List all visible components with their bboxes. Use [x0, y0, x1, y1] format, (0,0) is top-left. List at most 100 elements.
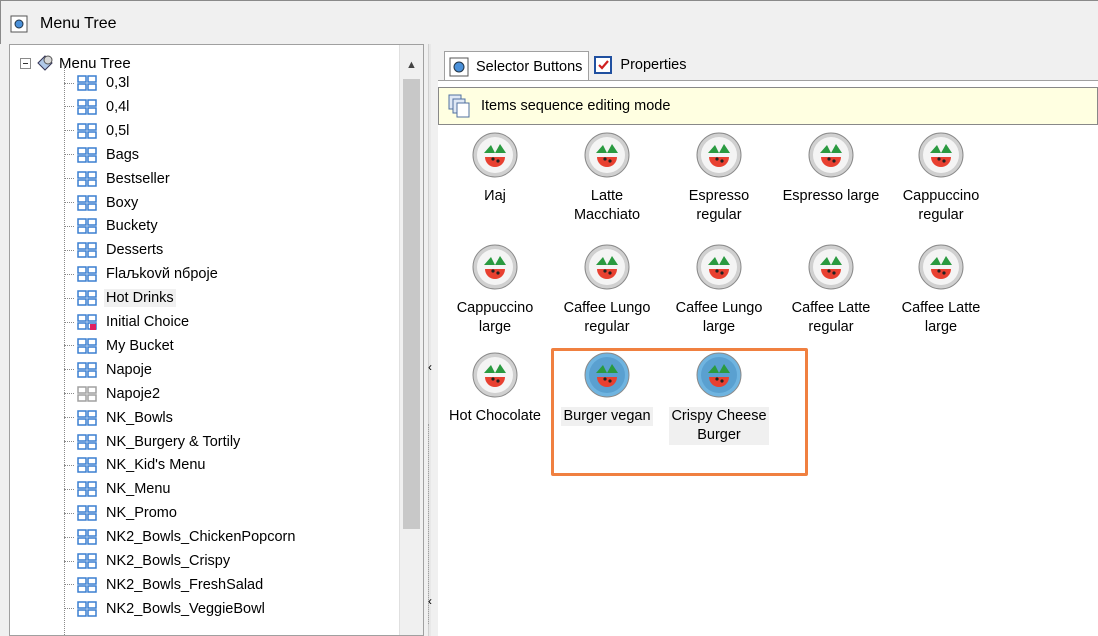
tree-item[interactable]: NK2_Bowls_VeggieBowl — [64, 598, 267, 620]
scroll-up-arrow-icon[interactable]: ▲ — [406, 59, 417, 71]
tree-connector — [64, 369, 74, 371]
tree-item-label: Napoje — [106, 361, 152, 378]
tree-item-label: Bestseller — [106, 170, 170, 187]
mode-notice-text: Items sequence editing mode — [481, 98, 671, 114]
menu-item-ball-icon — [472, 132, 518, 178]
sequence-edit-icon — [448, 94, 470, 118]
selector-button[interactable]: Espresso regular — [666, 131, 772, 225]
tree-connector — [64, 536, 74, 538]
tree-item[interactable]: NK_Promo — [64, 502, 179, 524]
tree-item[interactable]: 0,5l — [64, 120, 131, 142]
tree-item[interactable]: Bestseller — [64, 168, 172, 190]
tree-item[interactable]: NK2_Bowls_Crispy — [64, 550, 232, 572]
tree-connector — [64, 345, 74, 347]
selector-button-label: Burger vegan — [561, 407, 653, 426]
tree-connector — [64, 154, 74, 156]
selector-button[interactable]: Caffee Latte regular — [778, 243, 884, 337]
tree-item[interactable]: My Bucket — [64, 335, 176, 357]
menu-group-icon — [77, 194, 97, 211]
tree-item-label: 0,4l — [106, 98, 130, 115]
tree-connector — [64, 560, 74, 562]
menu-item-ball-icon — [584, 244, 630, 290]
tree-item[interactable]: NK_Bowls — [64, 407, 175, 429]
collapse-icon[interactable] — [20, 57, 31, 69]
tree-connector — [64, 512, 74, 514]
tree-item[interactable]: Flaљkovй nбpoje — [64, 263, 220, 285]
tree-item-label: NK2_Bowls_FreshSalad — [106, 576, 264, 593]
selector-buttons-icon — [449, 57, 469, 76]
tree-item[interactable]: Desserts — [64, 239, 165, 261]
tree-item[interactable]: Napoje2 — [64, 383, 162, 405]
tree-item[interactable]: NK_Menu — [64, 478, 172, 500]
selector-button-label: Caffee Lungo large — [675, 300, 763, 335]
tab-label: Properties — [620, 57, 687, 73]
selector-button[interactable]: Latte Macchiato — [554, 131, 660, 225]
tree-item-label: Initial Choice — [106, 314, 190, 330]
menu-group-special-icon — [77, 314, 97, 330]
selector-button[interactable]: Burger vegan — [554, 351, 660, 426]
tree-item-label: Flaљkovй nбpoje — [106, 266, 218, 283]
selector-button[interactable]: Caffee Lungo regular — [554, 243, 660, 337]
tree-item[interactable]: Napoje — [64, 359, 154, 381]
menu-group-icon — [77, 123, 97, 139]
tree-scrollbar[interactable]: ▲ — [399, 45, 423, 635]
tree-item[interactable]: NK_Kid's Menu — [64, 454, 207, 476]
menu-group-icon — [77, 338, 97, 354]
tree-item[interactable]: Bags — [64, 144, 141, 166]
collapse-left-arrow-icon[interactable]: ‹ — [425, 358, 435, 376]
menu-tree-root-icon — [37, 55, 53, 71]
tree-connector — [64, 464, 74, 466]
menu-group-icon — [77, 266, 97, 282]
tree-item[interactable]: NK_Burgery & Tortily — [64, 431, 242, 453]
selector-button[interactable]: Caffee Latte large — [888, 243, 994, 337]
tree-item[interactable]: Boxy — [64, 192, 140, 214]
tree-item-label: NK_Burgery & Tortily — [106, 433, 241, 450]
panel-splitter[interactable]: ‹ ‹ — [424, 44, 438, 636]
scrollbar-thumb[interactable] — [403, 79, 420, 529]
tree-item[interactable]: NK2_Bowls_ChickenPopcorn — [64, 526, 297, 548]
tree-root-node[interactable]: Menu Tree — [20, 53, 131, 73]
menu-item-ball-icon — [808, 132, 854, 178]
tree-item[interactable]: 0,4l — [64, 96, 131, 118]
tab-properties[interactable]: Properties — [589, 50, 692, 80]
selector-button-label: Caffee Latte regular — [791, 300, 871, 335]
selector-button-label: Espresso large — [782, 188, 880, 204]
selector-button[interactable]: Hot Chocolate — [442, 351, 548, 426]
tree-item-label: My Bucket — [106, 337, 174, 354]
tab-strip: Selector Buttons Properties — [444, 50, 693, 81]
selector-button-label: Espresso regular — [688, 188, 750, 223]
tree-connector — [64, 608, 74, 610]
selector-buttons-content: Items sequence editing mode Иaj Latte Macc… — [438, 80, 1098, 636]
tree-connector — [64, 488, 74, 490]
menu-item-ball-icon — [472, 244, 518, 290]
tree-item[interactable]: Hot Drinks — [64, 287, 176, 309]
selector-button[interactable]: Иaj — [442, 131, 548, 206]
selector-button[interactable]: Cappuccino large — [442, 243, 548, 337]
tree-connector — [64, 106, 74, 108]
selector-button[interactable]: Caffee Lungo large — [666, 243, 772, 337]
tree-item[interactable]: 0,3l — [64, 72, 131, 94]
menu-item-ball-icon — [472, 352, 518, 398]
tree-item[interactable]: Buckety — [64, 215, 160, 237]
collapse-left-arrow-icon-bottom[interactable]: ‹ — [425, 592, 435, 610]
tree-item[interactable]: NK2_Bowls_FreshSalad — [64, 574, 265, 596]
menu-group-icon — [77, 601, 97, 617]
menu-group-icon — [77, 529, 97, 545]
selector-button[interactable]: Cappuccino regular — [888, 131, 994, 225]
selector-button[interactable]: Crispy Cheese Burger — [666, 351, 772, 445]
properties-icon — [594, 56, 613, 74]
tree-item-label: NK_Bowls — [106, 409, 173, 426]
selector-button[interactable]: Espresso large — [778, 131, 884, 206]
selector-buttons-grid: Иaj Latte Macchiato Espresso regular Espresso… — [438, 125, 1098, 636]
tree-root-label: Menu Tree — [59, 54, 131, 72]
tree-item-label: Buckety — [106, 218, 158, 235]
tree-connector — [64, 393, 74, 395]
tree-item-label: NK2_Bowls_Crispy — [106, 553, 231, 569]
tree-item-label: NK_Menu — [106, 481, 171, 498]
selector-button-label: Cappuccino regular — [902, 188, 980, 223]
tree-item[interactable]: Initial Choice — [64, 311, 191, 333]
tree-item-label: NK_Promo — [106, 505, 177, 522]
tab-selector-buttons[interactable]: Selector Buttons — [444, 51, 590, 81]
menu-item-ball-icon — [696, 352, 742, 398]
tree-item-label: Boxy — [106, 194, 139, 211]
